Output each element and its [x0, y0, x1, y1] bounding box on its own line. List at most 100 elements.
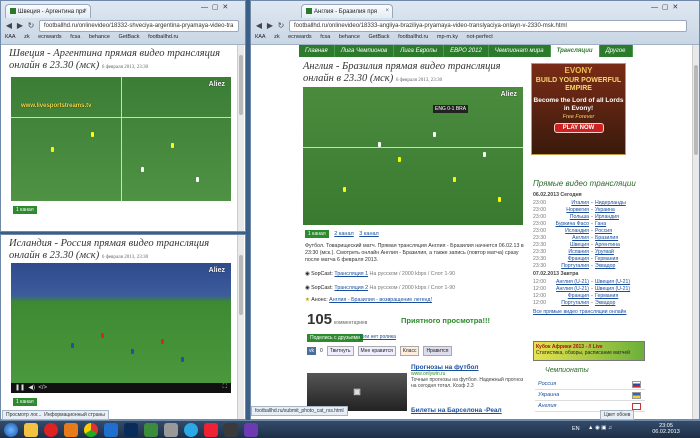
embed-icon[interactable]: </> [38, 385, 47, 391]
app-icon[interactable] [104, 423, 118, 437]
clock[interactable]: 23:05 06.02.2013 [646, 423, 686, 435]
bookmark-item[interactable]: zk [24, 34, 30, 40]
schedule-row[interactable]: 23:00 Буркина Фасо - Гана [533, 221, 633, 228]
champion-item[interactable]: Россия [535, 379, 645, 390]
app-icon[interactable] [244, 423, 258, 437]
chrome-icon[interactable] [84, 423, 98, 437]
close-tab-icon[interactable]: × [83, 8, 87, 14]
away-team-link[interactable]: Швеция (U-21) [595, 286, 630, 293]
schedule-row[interactable]: 12:00 Англия (U-21) - Швеция (U-21) [533, 286, 633, 293]
bookmark-item[interactable]: zk [274, 34, 280, 40]
bookmark-item[interactable]: fcsa [320, 34, 330, 40]
volume-icon[interactable]: ◀) [28, 385, 35, 391]
home-team-link[interactable]: Франция [555, 293, 589, 300]
scrollbar[interactable] [237, 45, 244, 231]
bookmark-item[interactable]: ecnwards [38, 34, 62, 40]
skype-icon[interactable] [184, 423, 198, 437]
class-button[interactable]: Класс [399, 346, 420, 356]
menu-item-broadcasts[interactable]: Трансляции [550, 45, 600, 57]
photoshop-icon[interactable] [124, 423, 138, 437]
bookmark-item[interactable]: behance [89, 34, 110, 40]
schedule-row[interactable]: 23:30 Португалия - Эквадор [533, 263, 633, 270]
home-team-link[interactable]: Португалия [555, 300, 589, 307]
bookmark-item[interactable]: mp-m.ky [437, 34, 458, 40]
all-broadcasts-link[interactable]: Все прямые видео трансляции онлайн [533, 309, 633, 316]
schedule-row[interactable]: 23:30 Франция - Германия [533, 256, 633, 263]
bookmark-item[interactable]: footballhd.ru [148, 34, 178, 40]
app-icon[interactable] [144, 423, 158, 437]
video-player[interactable]: Aliez www.livesportstreams.tv [11, 77, 231, 201]
bookmark-item[interactable]: GetBack [118, 34, 139, 40]
address-bar[interactable]: footballhd.ru/onlinevideo/18333-angliya-… [289, 20, 687, 32]
home-team-link[interactable]: Италия [555, 200, 589, 207]
away-team-link[interactable]: Украина [595, 207, 615, 214]
home-team-link[interactable]: Норвегия [555, 207, 589, 214]
schedule-row[interactable]: 23:00 Польша - Ирландия [533, 214, 633, 221]
menu-item-home[interactable]: Главная [299, 45, 335, 57]
schedule-row[interactable]: 23:00 Норвегия - Украина [533, 207, 633, 214]
reload-button[interactable]: ↻ [276, 20, 286, 31]
home-team-link[interactable]: Польша [555, 214, 589, 221]
home-team-link[interactable]: Англия [555, 235, 589, 242]
home-team-link[interactable]: Испания [555, 249, 589, 256]
channel-tag[interactable]: 1 канал [13, 206, 37, 214]
bookmark-item[interactable]: ecnwards [288, 34, 312, 40]
bookmark-item[interactable]: footballhd.ru [398, 34, 428, 40]
close-tab-icon[interactable]: × [385, 8, 389, 14]
ad-cta-button[interactable]: PLAY NOW [553, 123, 604, 133]
schedule-row[interactable]: 12:00 Англия (U-21) - Швеция (U-21) [533, 279, 633, 286]
scrollbar[interactable] [692, 45, 699, 419]
like-button[interactable]: Мне нравится [357, 346, 396, 356]
tags-label[interactable]: Тэги нет ролика [359, 334, 396, 340]
away-team-link[interactable]: Гана [595, 221, 606, 228]
scrollbar[interactable] [237, 235, 244, 419]
home-team-link[interactable]: Исландия [555, 228, 589, 235]
forward-button[interactable]: ▶ [265, 20, 275, 31]
opera-icon[interactable] [44, 423, 58, 437]
home-team-link[interactable]: Буркина Фасо [555, 221, 589, 228]
champion-item[interactable]: Украина [535, 390, 645, 401]
menu-item-champions-league[interactable]: Лига Чемпионов [335, 45, 395, 57]
media-player-icon[interactable] [64, 423, 78, 437]
away-team-link[interactable]: Нидерланды [595, 200, 626, 207]
away-team-link[interactable]: Аргентина [595, 242, 620, 249]
browser-tab[interactable]: Швеция - Аргентина пря × [5, 4, 91, 18]
schedule-row[interactable]: 12:00 Франция - Германия [533, 293, 633, 300]
home-team-link[interactable]: Англия (U-21) [555, 286, 589, 293]
bookmark-item[interactable]: fcsa [70, 34, 80, 40]
app-icon[interactable] [224, 423, 238, 437]
away-team-link[interactable]: Германия [595, 293, 618, 300]
away-team-link[interactable]: Швеция (U-21) [595, 279, 630, 286]
bookmark-item[interactable]: КАА [255, 34, 266, 40]
evony-ad[interactable]: EVONY BUILD YOUR POWERFUL EMPIRE Become … [531, 63, 626, 155]
channel-tag[interactable]: 1 канал [13, 398, 37, 406]
home-team-link[interactable]: Англия (U-21) [555, 279, 589, 286]
schedule-row[interactable]: 12:00 Португалия - Эквадор [533, 300, 633, 307]
away-team-link[interactable]: Уругвай [595, 249, 614, 256]
schedule-row[interactable]: 23:30 Англия - Бразилия [533, 235, 633, 242]
back-button[interactable]: ◀ [4, 20, 14, 31]
channel-tag-2[interactable]: 2 канал [334, 231, 353, 237]
reload-button[interactable]: ↻ [26, 20, 36, 31]
share-label[interactable]: Поделись с друзьями [307, 334, 363, 342]
explorer-icon[interactable] [24, 423, 38, 437]
fb-like-button[interactable]: Нравится [423, 346, 452, 356]
menu-item-euro-2012[interactable]: ЕВРО 2012 [444, 45, 489, 57]
bookmark-item[interactable]: GetBack [368, 34, 389, 40]
back-button[interactable]: ◀ [254, 20, 264, 31]
home-team-link[interactable]: Франция [555, 256, 589, 263]
schedule-row[interactable]: 23:30 Испания - Уругвай [533, 249, 633, 256]
bookmark-item[interactable]: behance [339, 34, 360, 40]
forward-button[interactable]: ▶ [15, 20, 25, 31]
channel-tag-3[interactable]: 3 канал [359, 231, 378, 237]
schedule-row[interactable]: 23:00 Италия - Нидерланды [533, 200, 633, 207]
play-icon[interactable]: ❚❚ [15, 385, 25, 391]
home-team-link[interactable]: Швеция [555, 242, 589, 249]
home-team-link[interactable]: Португалия [555, 263, 589, 270]
menu-item-world-cup[interactable]: Чемпионат мира [489, 45, 551, 57]
language-indicator[interactable]: EN [572, 426, 580, 432]
news-2[interactable]: Билеты на Барселона -Реал [411, 407, 502, 414]
bookmark-item[interactable]: КАА [5, 34, 16, 40]
window-controls[interactable]: — ▢ ✕ [201, 3, 228, 11]
bookmark-item[interactable]: not-perfect [467, 34, 493, 40]
